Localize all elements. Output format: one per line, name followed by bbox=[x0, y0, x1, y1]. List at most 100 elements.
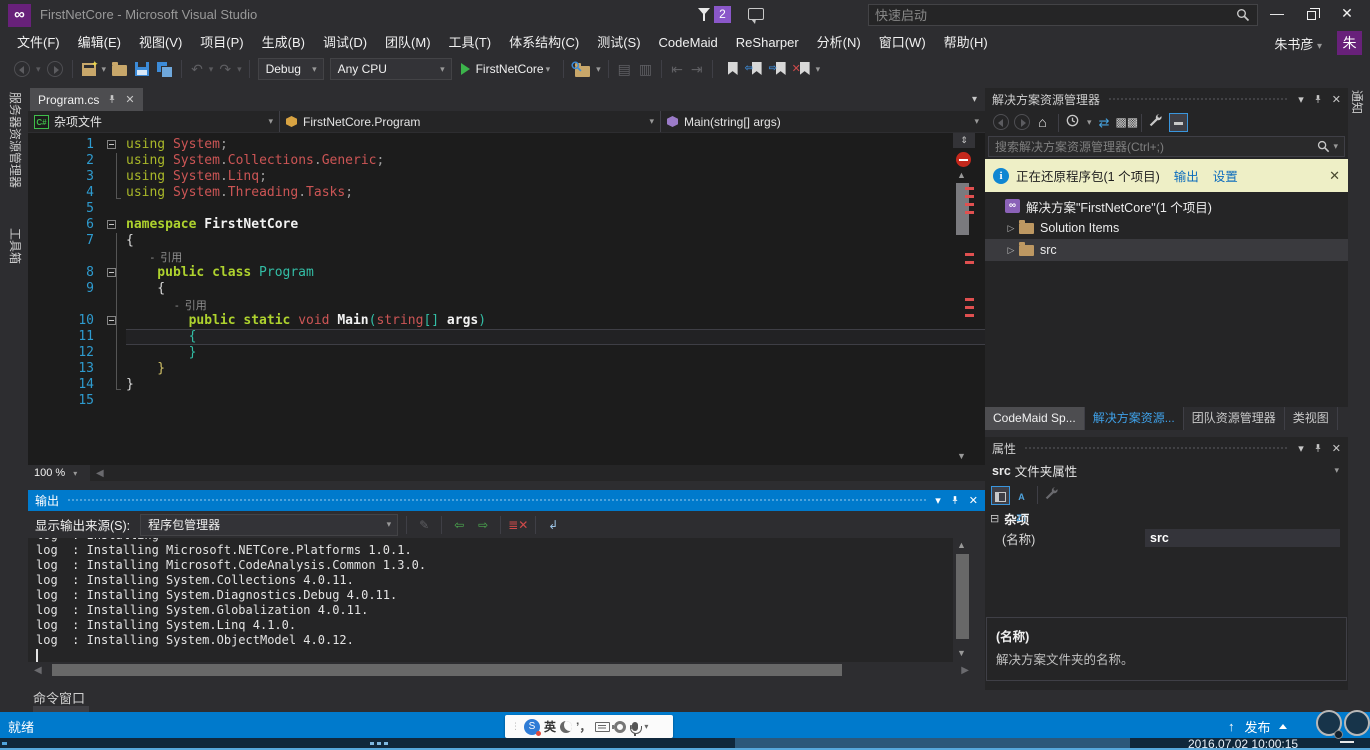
previous-bookmark-button[interactable]: ⇦ bbox=[743, 58, 765, 80]
code-row[interactable]: 6namespace FirstNetCore bbox=[28, 217, 985, 233]
properties-titlebar[interactable]: 属性 ▾ ✕ bbox=[985, 437, 1348, 459]
next-bookmark-button[interactable]: ⇨ bbox=[767, 58, 789, 80]
output-hscrollbar[interactable]: ◀ ▶ bbox=[28, 662, 975, 678]
tab-program-cs[interactable]: Program.cs ✕ bbox=[30, 88, 143, 111]
member-dropdown[interactable]: Main(string[] args)▾ bbox=[661, 111, 985, 132]
save-button[interactable] bbox=[132, 58, 152, 80]
fold-margin[interactable] bbox=[100, 281, 126, 297]
user-account-menu[interactable]: 朱书彦 ▾ bbox=[1274, 34, 1322, 53]
notifications-flag-icon[interactable] bbox=[697, 8, 711, 22]
code-line[interactable]: using System; bbox=[126, 137, 985, 153]
redo-button[interactable]: ↷ bbox=[216, 58, 234, 80]
infobar-output-link[interactable]: 输出 bbox=[1174, 166, 1199, 185]
scroll-up-arrow[interactable]: ▲ bbox=[957, 170, 966, 180]
notifications-badge[interactable]: 2 bbox=[714, 6, 731, 23]
find-message-icon[interactable]: ✎ bbox=[414, 516, 434, 534]
fold-collapse-box[interactable] bbox=[107, 316, 116, 325]
fold-margin[interactable] bbox=[100, 137, 126, 153]
output-hscroll-thumb[interactable] bbox=[52, 664, 842, 676]
menu-item-9[interactable]: 测试(S) bbox=[588, 30, 649, 56]
panel-tab-tab[interactable]: 解决方案资源... bbox=[1085, 407, 1184, 430]
expander-icon[interactable]: ▷ bbox=[1005, 223, 1017, 234]
menu-item-12[interactable]: 分析(N) bbox=[808, 30, 870, 56]
menu-item-8[interactable]: 体系结构(C) bbox=[500, 30, 588, 56]
document-list-caret[interactable]: ▾ bbox=[972, 94, 977, 105]
code-line[interactable]: } bbox=[126, 361, 985, 377]
code-row[interactable]: 4using System.Threading.Tasks; bbox=[28, 185, 985, 201]
quick-launch-input[interactable] bbox=[869, 8, 1235, 23]
codelens-references[interactable]: - 引用 bbox=[126, 297, 985, 313]
fold-collapse-box[interactable] bbox=[107, 268, 116, 277]
fold-margin[interactable] bbox=[100, 185, 126, 201]
fold-margin[interactable] bbox=[100, 265, 126, 281]
panel-tab-tab[interactable]: 类视图 bbox=[1285, 407, 1338, 430]
sidebar-tab-notifications[interactable]: 通知 bbox=[1349, 90, 1366, 114]
menu-item-13[interactable]: 窗口(W) bbox=[870, 30, 935, 56]
output-hscroll-right[interactable]: ▶ bbox=[955, 665, 975, 676]
output-close-icon[interactable]: ✕ bbox=[969, 494, 978, 507]
expander-icon[interactable]: ▷ bbox=[1005, 245, 1017, 256]
se-forward-button[interactable] bbox=[1012, 113, 1031, 132]
menu-item-10[interactable]: CodeMaid bbox=[650, 30, 727, 56]
code-line[interactable]: { bbox=[126, 281, 985, 297]
new-project-caret[interactable]: ▾ bbox=[100, 64, 109, 75]
fold-margin[interactable] bbox=[100, 393, 126, 409]
navigate-forward-button[interactable] bbox=[44, 58, 66, 80]
panel-tab-tab[interactable]: 团队资源管理器 bbox=[1184, 407, 1285, 430]
code-line[interactable] bbox=[126, 393, 985, 409]
close-button[interactable]: ✕ bbox=[1332, 0, 1362, 26]
properties-object-select[interactable]: src文件夹属性 ▾ bbox=[985, 459, 1348, 482]
code-row[interactable]: - 引用 bbox=[28, 249, 985, 265]
file-health-error-badge[interactable] bbox=[956, 152, 971, 167]
publish-button[interactable]: ↑ 发布 bbox=[1228, 717, 1287, 736]
toggle-bookmark-button[interactable] bbox=[719, 58, 741, 80]
property-value-cell[interactable]: src bbox=[1145, 529, 1340, 547]
type-dropdown[interactable]: FirstNetCore.Program▾ bbox=[280, 111, 661, 132]
infobar-settings-link[interactable]: 设置 bbox=[1213, 166, 1238, 185]
tree-item-solutionitems[interactable]: ▷Solution Items bbox=[985, 217, 1348, 239]
ime-language-mode[interactable]: 英 bbox=[544, 718, 556, 735]
fold-collapse-box[interactable] bbox=[107, 140, 116, 149]
solution-explorer-search-box[interactable]: ▾ bbox=[988, 136, 1345, 157]
ime-fullwidth-moon-icon[interactable] bbox=[560, 721, 572, 733]
output-scroll-down[interactable]: ▼ bbox=[957, 648, 966, 658]
menu-item-11[interactable]: ReSharper bbox=[727, 30, 808, 56]
new-project-button[interactable]: ✦ bbox=[79, 58, 99, 80]
current-line[interactable]: { bbox=[126, 329, 985, 345]
code-line[interactable]: using System.Threading.Tasks; bbox=[126, 185, 985, 201]
se-collapse-all-button[interactable]: ▩▩ bbox=[1116, 113, 1135, 132]
navigate-backward-button[interactable] bbox=[11, 58, 33, 80]
redo-caret[interactable]: ▾ bbox=[235, 64, 244, 75]
code-row[interactable]: 15 bbox=[28, 393, 985, 409]
menu-item-0[interactable]: 文件(F) bbox=[8, 30, 69, 56]
fold-margin[interactable] bbox=[100, 233, 126, 249]
tree-item-firstnetcore[interactable]: ∞解决方案"FirstNetCore"(1 个项目) bbox=[985, 195, 1348, 217]
solution-explorer-search-input[interactable] bbox=[989, 140, 1316, 154]
object-select-caret[interactable]: ▾ bbox=[1332, 465, 1341, 476]
code-row[interactable]: 9{ bbox=[28, 281, 985, 297]
ime-microphone-icon[interactable] bbox=[632, 722, 638, 731]
quick-launch-box[interactable] bbox=[868, 4, 1258, 26]
next-message-icon[interactable]: ⇨ bbox=[473, 516, 493, 534]
output-scrollbar[interactable]: ▲ ▼ bbox=[953, 538, 975, 662]
code-row[interactable]: 11{ bbox=[28, 329, 985, 345]
property-pages-button[interactable] bbox=[1044, 486, 1063, 505]
code-line[interactable]: public class Program bbox=[126, 265, 985, 281]
solution-explorer-titlebar[interactable]: 解决方案资源管理器 ▾ ✕ bbox=[985, 88, 1348, 110]
code-row[interactable]: - 引用 bbox=[28, 297, 985, 313]
code-line[interactable]: using System.Linq; bbox=[126, 169, 985, 185]
code-row[interactable]: 14} bbox=[28, 377, 985, 393]
undo-caret[interactable]: ▾ bbox=[207, 64, 216, 75]
ime-drag-handle[interactable]: ⋮ bbox=[511, 721, 520, 732]
ime-settings-gear-icon[interactable] bbox=[614, 721, 626, 733]
code-line[interactable]: } bbox=[126, 377, 985, 393]
code-line[interactable]: namespace FirstNetCore bbox=[126, 217, 985, 233]
close-tab-icon[interactable]: ✕ bbox=[125, 93, 134, 106]
ime-keyboard-icon[interactable] bbox=[595, 722, 610, 732]
se-pending-changes-filter-button[interactable] bbox=[1065, 113, 1084, 132]
props-pin-icon[interactable] bbox=[1313, 443, 1323, 454]
menu-item-2[interactable]: 视图(V) bbox=[130, 30, 191, 56]
increase-indent-button[interactable]: ⇥ bbox=[688, 58, 706, 80]
fold-margin[interactable] bbox=[100, 153, 126, 169]
editor-zoom-select[interactable]: 100 %▾ bbox=[28, 465, 90, 481]
